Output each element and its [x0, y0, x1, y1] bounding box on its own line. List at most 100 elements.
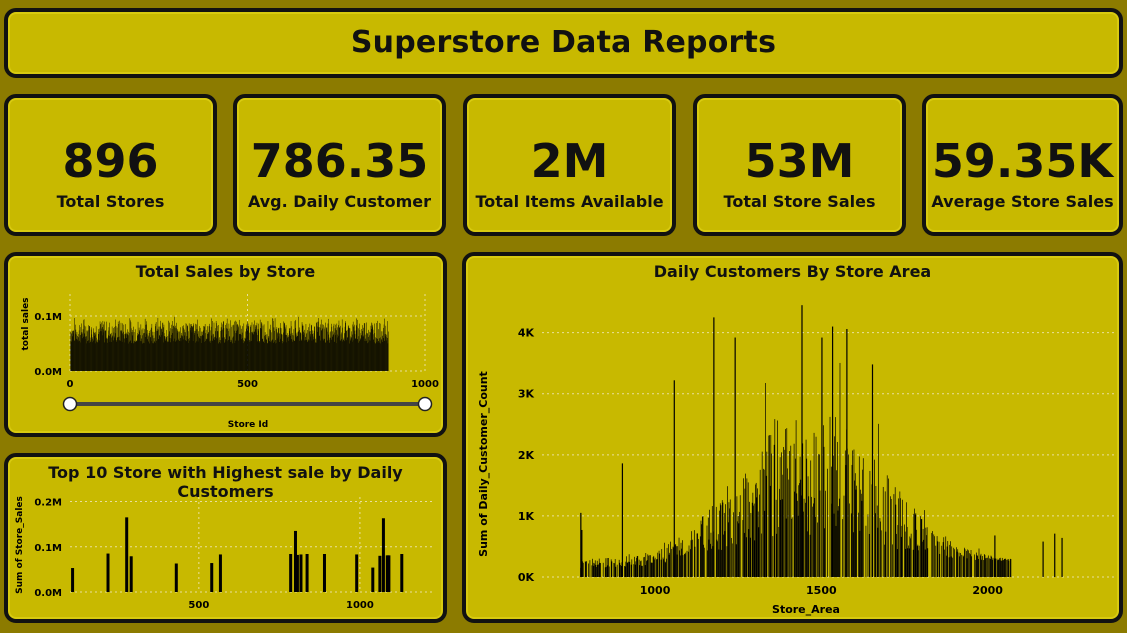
y-tick-label: 0.2M — [34, 498, 62, 509]
bar — [694, 546, 696, 577]
bar — [907, 548, 909, 577]
kpi-card-total-sales[interactable]: 53M Total Store Sales — [693, 94, 906, 236]
bar — [908, 548, 910, 577]
bar — [838, 498, 840, 577]
panel-customers-by-area[interactable]: Daily Customers By Store Area 0K 1K 2K 3K 4K… — [462, 252, 1123, 623]
bar — [702, 515, 704, 577]
bar — [700, 520, 702, 577]
bar — [996, 558, 998, 577]
kpi-label: Total Store Sales — [723, 192, 876, 211]
bar — [810, 460, 812, 577]
bar — [624, 566, 626, 577]
bar — [853, 449, 855, 577]
bar — [894, 487, 896, 577]
kpi-card-average-store-sales[interactable]: 59.35K Average Store Sales — [922, 94, 1123, 236]
bar — [684, 554, 686, 577]
bar — [763, 469, 765, 577]
range-slider-end-handle[interactable] — [417, 396, 433, 412]
kpi-value: 59.35K — [931, 134, 1114, 188]
bar — [989, 558, 990, 577]
bar — [813, 432, 815, 577]
bar — [798, 485, 800, 577]
bar — [939, 553, 941, 577]
bar — [961, 554, 963, 577]
top10-stores-chart[interactable]: 0.0M 0.1M 0.2M 500 1000 Sum of Store_Sales — [8, 483, 443, 623]
bar — [790, 445, 792, 577]
bar — [764, 510, 766, 577]
bar — [676, 546, 677, 577]
x-axis-title: Store Id — [228, 420, 268, 430]
bar — [998, 559, 1000, 577]
bar — [812, 506, 814, 577]
bar — [915, 513, 917, 577]
bar — [854, 473, 856, 577]
bar — [611, 561, 613, 577]
bar — [606, 566, 607, 577]
bar — [669, 552, 671, 577]
bar — [945, 536, 947, 577]
bar — [589, 560, 591, 577]
kpi-value: 786.35 — [250, 134, 429, 188]
bar — [585, 561, 587, 577]
range-slider-start-handle[interactable] — [62, 396, 78, 412]
bar — [1003, 560, 1004, 577]
bar — [289, 554, 293, 592]
bar — [777, 420, 778, 577]
bar — [743, 478, 744, 577]
bar — [697, 538, 699, 577]
bar — [789, 451, 790, 577]
panel-sales-by-store[interactable]: Total Sales by Store 0.0M 0.1M 0 500 1000 to… — [4, 252, 447, 437]
bar — [931, 532, 933, 577]
kpi-card-total-stores[interactable]: 896 Total Stores — [4, 94, 217, 236]
bar — [984, 555, 986, 577]
customers-by-area-chart[interactable]: 0K 1K 2K 3K 4K 1000 1500 2000 Sum of Daily_Cust… — [466, 282, 1119, 622]
bar — [664, 561, 666, 577]
bar — [758, 527, 760, 577]
bar — [827, 468, 828, 577]
bar — [781, 452, 782, 577]
bar — [728, 502, 730, 577]
bar — [909, 536, 911, 577]
bar — [934, 536, 935, 577]
bar — [935, 545, 937, 577]
bar — [985, 557, 987, 577]
bar — [691, 531, 693, 577]
bar — [305, 554, 309, 592]
x-tick-label: 1000 — [411, 379, 439, 390]
bar — [912, 549, 914, 577]
bar — [614, 559, 616, 577]
bar — [648, 555, 649, 577]
bar — [653, 555, 655, 577]
bar — [946, 555, 947, 577]
bar — [618, 559, 620, 577]
bar — [825, 490, 826, 577]
bar — [765, 475, 767, 577]
bar — [869, 470, 871, 577]
bar — [1042, 541, 1044, 577]
bar — [918, 545, 920, 577]
bar — [604, 567, 606, 577]
bar — [906, 502, 907, 577]
bar — [815, 436, 817, 577]
kpi-card-total-items[interactable]: 2M Total Items Available — [463, 94, 676, 236]
bar — [708, 539, 710, 577]
kpi-label: Total Items Available — [475, 192, 664, 211]
bar — [636, 557, 637, 577]
sales-by-store-chart[interactable]: 0.0M 0.1M 0 500 1000 total sales Store Id — [8, 284, 443, 434]
bar — [621, 463, 624, 577]
bar — [959, 556, 961, 577]
kpi-card-avg-daily-customer[interactable]: 786.35 Avg. Daily Customer — [233, 94, 446, 236]
kpi-label: Avg. Daily Customer — [247, 192, 432, 211]
panel-top10-stores[interactable]: Top 10 Store with Highest sale by Daily … — [4, 453, 447, 623]
bar — [831, 326, 834, 577]
bar — [910, 538, 911, 577]
bar — [720, 505, 722, 577]
bar — [806, 458, 808, 577]
y-tick-label: 4K — [518, 327, 535, 340]
bar — [608, 558, 609, 577]
bar — [752, 492, 754, 577]
bar — [805, 439, 807, 577]
bar — [646, 561, 647, 577]
bar — [682, 540, 683, 577]
bar — [896, 549, 898, 577]
